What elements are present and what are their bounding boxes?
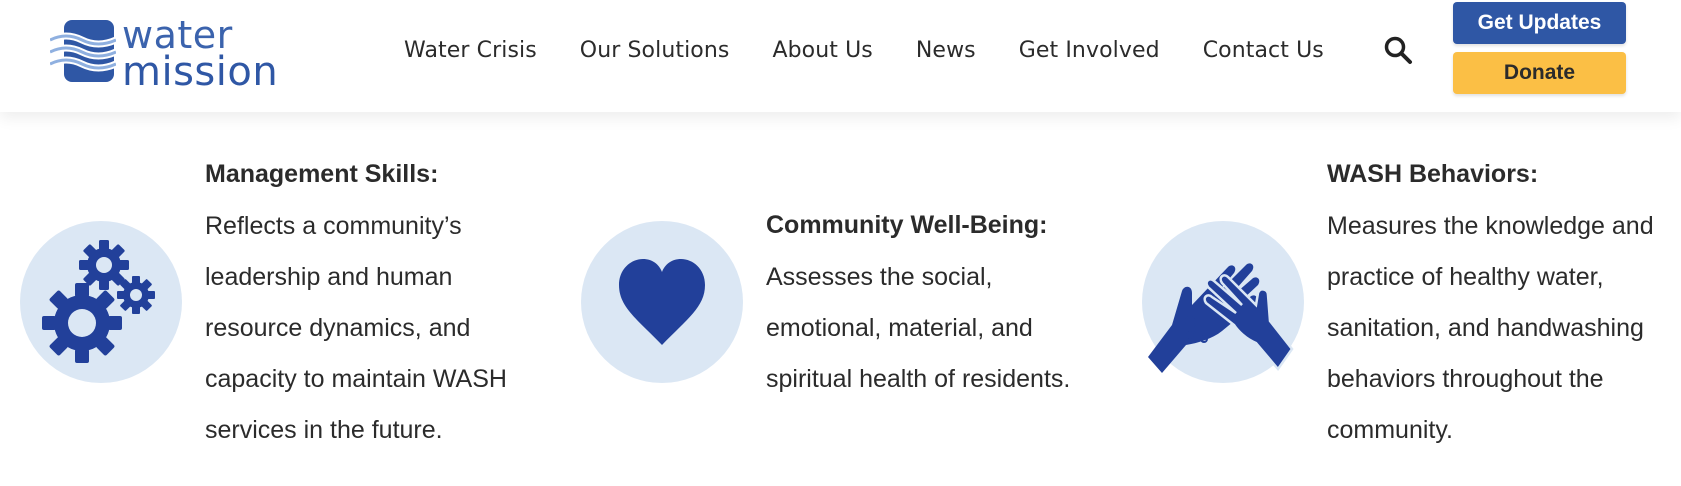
feature-title: Community Well-Being: — [766, 211, 1048, 239]
site-header: water mission Water Crisis Our Solutions… — [0, 0, 1681, 112]
nav-item-get-involved[interactable]: Get Involved — [1019, 38, 1160, 63]
feature-title: Management Skills: — [205, 160, 439, 188]
nav-item-news[interactable]: News — [916, 38, 976, 63]
icon-circle — [581, 221, 743, 383]
icon-circle — [1142, 221, 1304, 383]
main-nav: Water Crisis Our Solutions About Us News… — [404, 28, 1367, 72]
feature-description: Measures the knowledge and practice of h… — [1327, 212, 1654, 444]
gears-icon — [42, 240, 155, 363]
icon-circle — [20, 221, 182, 383]
logo-text-mission: mission — [122, 49, 279, 95]
nav-item-our-solutions[interactable]: Our Solutions — [580, 38, 730, 63]
water-waves-logo-icon — [50, 20, 116, 82]
feature-description: Reflects a community’s leadership and hu… — [205, 212, 507, 444]
nav-item-contact-us[interactable]: Contact Us — [1203, 38, 1324, 63]
site-logo[interactable]: water mission — [50, 12, 290, 92]
feature-title: WASH Behaviors: — [1327, 160, 1539, 188]
donate-button[interactable]: Donate — [1453, 52, 1626, 94]
search-icon[interactable] — [1383, 35, 1413, 65]
feature-description: Assesses the social, emotional, material… — [766, 263, 1071, 393]
heart-icon — [619, 259, 705, 345]
nav-item-water-crisis[interactable]: Water Crisis — [404, 38, 537, 63]
get-updates-button[interactable]: Get Updates — [1453, 2, 1626, 44]
nav-item-about-us[interactable]: About Us — [772, 38, 872, 63]
handwashing-icon — [1148, 263, 1294, 373]
